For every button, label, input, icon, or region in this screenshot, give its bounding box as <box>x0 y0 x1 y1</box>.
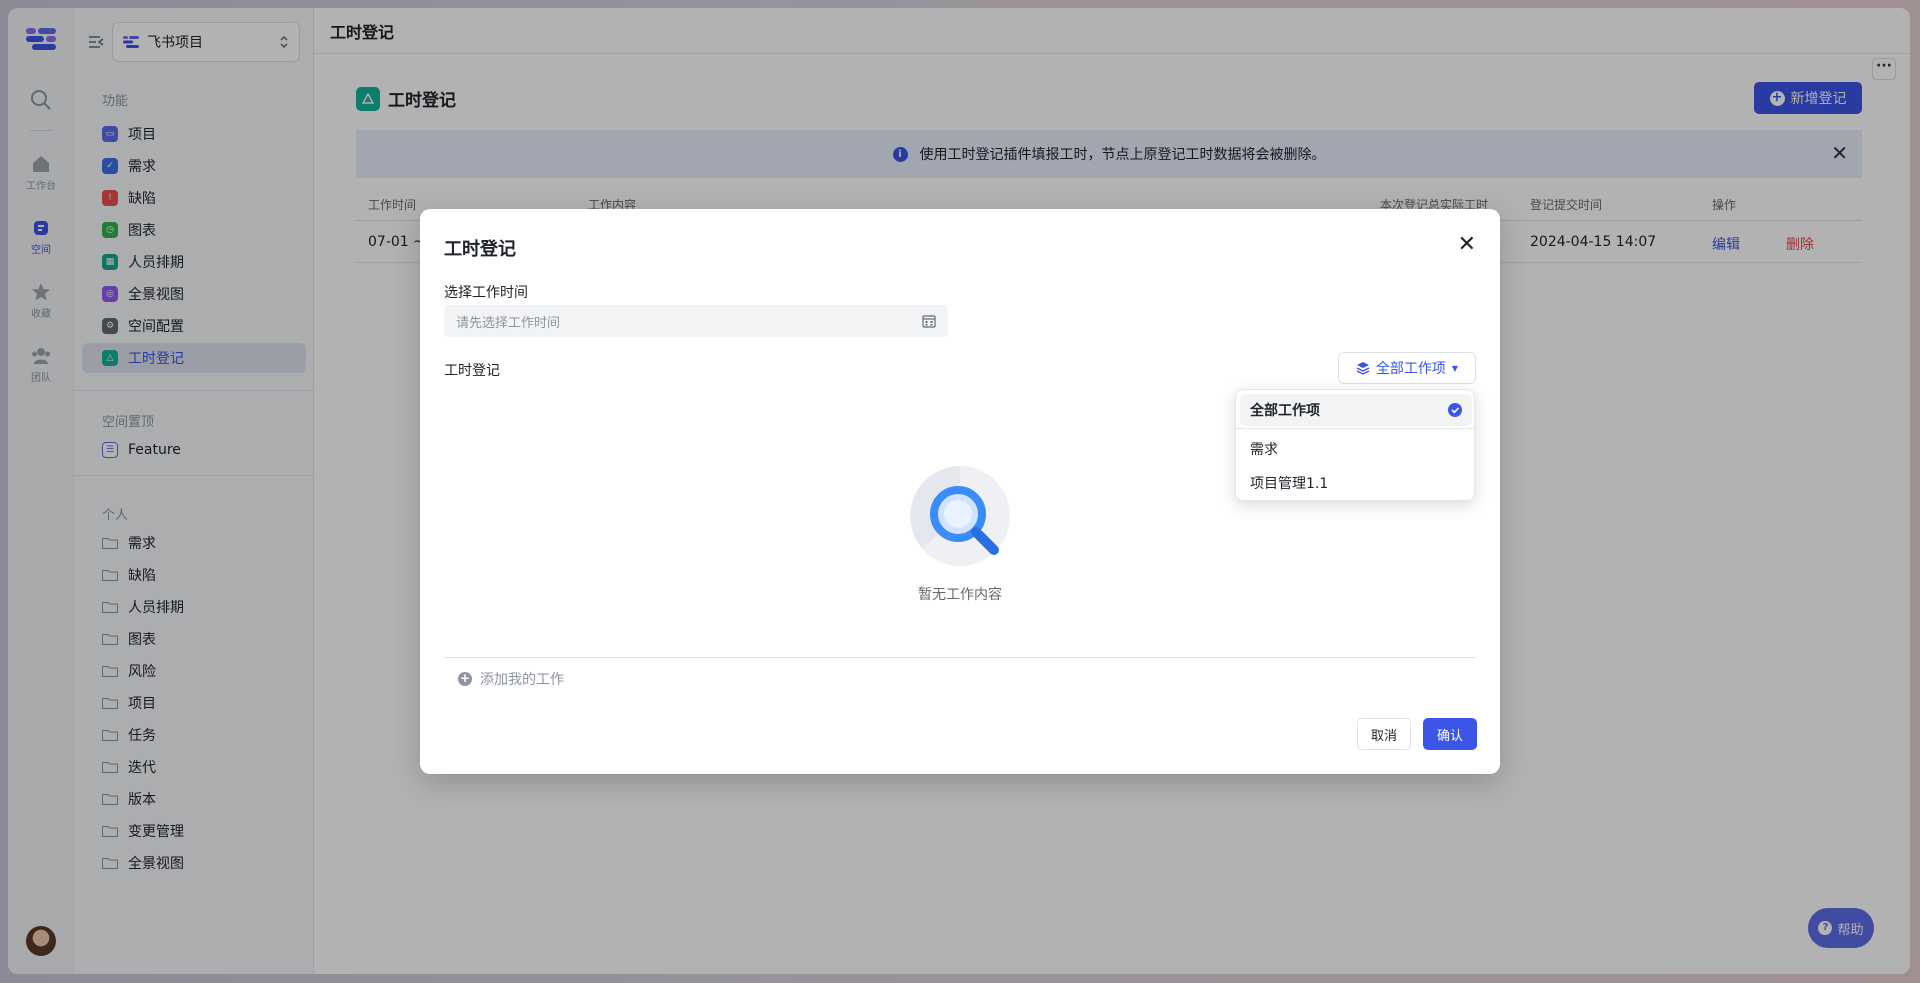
check-icon <box>1448 403 1462 417</box>
option-label: 需求 <box>1250 442 1278 458</box>
layers-icon <box>1356 362 1370 375</box>
work-time-label: 选择工作时间 <box>444 285 528 301</box>
modal-divider <box>444 657 1476 658</box>
filter-label: 全部工作项 <box>1375 361 1446 377</box>
calendar-icon <box>922 315 936 328</box>
plus-circle-icon: + <box>458 671 472 686</box>
section-label: 工时登记 <box>444 363 500 379</box>
option-label: 项目管理1.1 <box>1250 476 1329 492</box>
empty-search-icon <box>910 466 1010 566</box>
close-icon[interactable]: ✕ <box>1458 234 1476 256</box>
work-item-dropdown: 全部工作项 需求 项目管理1.1 <box>1235 389 1475 501</box>
dropdown-option-project[interactable]: 项目管理1.1 <box>1240 467 1472 499</box>
dropdown-option-requirement[interactable]: 需求 <box>1240 433 1472 465</box>
caret-down-icon: ▼ <box>1451 363 1459 373</box>
work-item-filter[interactable]: 全部工作项 ▼ <box>1338 352 1476 384</box>
option-label: 全部工作项 <box>1250 403 1320 419</box>
dropdown-option-all[interactable]: 全部工作项 <box>1240 394 1472 426</box>
dropdown-divider <box>1236 428 1474 429</box>
add-my-work-button[interactable]: + 添加我的工作 <box>458 669 564 689</box>
modal-title: 工时登记 <box>444 239 516 260</box>
cancel-button[interactable]: 取消 <box>1357 718 1411 750</box>
add-my-work-label: 添加我的工作 <box>480 672 564 688</box>
work-time-picker[interactable]: 请先选择工作时间 <box>444 305 948 337</box>
work-time-placeholder: 请先选择工作时间 <box>456 315 561 331</box>
empty-state-text: 暂无工作内容 <box>918 587 1002 603</box>
confirm-button[interactable]: 确认 <box>1423 718 1477 750</box>
